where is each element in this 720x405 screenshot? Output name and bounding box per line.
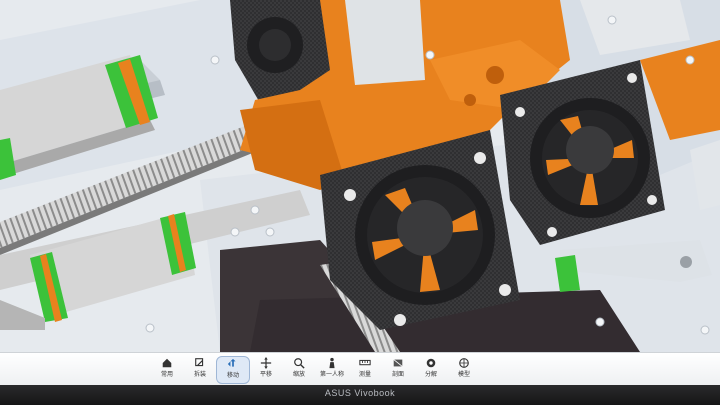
- toolbar-button-label: 模型: [457, 371, 470, 378]
- toolbar-button-label: 拆装: [193, 371, 206, 378]
- toolbar-button-label: 测量: [358, 371, 371, 378]
- toolbar-button-measure[interactable]: 测量: [348, 356, 382, 384]
- toolbar-button-label: 移动: [226, 372, 239, 379]
- first-person-icon: [324, 356, 340, 370]
- measure-icon: [357, 356, 373, 370]
- toolbar-button-pan[interactable]: 平移: [249, 356, 283, 384]
- toolbar-button-label: 剖面: [391, 371, 404, 378]
- app-screen: 常用 拆装 移动 平移 缩放 第一人称 测量 剖面 分解 模型: [0, 0, 720, 385]
- cad-model-render: [0, 0, 720, 352]
- home-icon: [159, 356, 175, 370]
- toolbar-button-label: 分解: [424, 371, 437, 378]
- explode-icon: [423, 356, 439, 370]
- toolbar-button-zoom[interactable]: 缩放: [282, 356, 316, 384]
- bottom-toolbar: 常用 拆装 移动 平移 缩放 第一人称 测量 剖面 分解 模型: [0, 352, 720, 385]
- toolbar-button-disassemble[interactable]: 拆装: [183, 356, 217, 384]
- toolbar-button-explode[interactable]: 分解: [414, 356, 448, 384]
- toolbar-button-first-person[interactable]: 第一人称: [315, 356, 349, 384]
- toolbar-button-label: 第一人称: [319, 371, 344, 378]
- model-icon: [456, 356, 472, 370]
- brand-label: ASUS Vivobook: [324, 388, 396, 398]
- rotate-icon: [225, 357, 241, 371]
- toolbar-button-label: 平移: [259, 371, 272, 378]
- zoom-icon: [291, 356, 307, 370]
- section-icon: [390, 356, 406, 370]
- disassemble-icon: [192, 356, 208, 370]
- pan-icon: [258, 356, 274, 370]
- toolbar-button-home[interactable]: 常用: [150, 356, 184, 384]
- model-viewport[interactable]: [0, 0, 720, 352]
- toolbar-button-rotate[interactable]: 移动: [216, 356, 250, 384]
- toolbar-button-section[interactable]: 剖面: [381, 356, 415, 384]
- toolbar-button-label: 常用: [160, 371, 173, 378]
- toolbar-button-label: 缩放: [292, 371, 305, 378]
- toolbar-button-model[interactable]: 模型: [447, 356, 481, 384]
